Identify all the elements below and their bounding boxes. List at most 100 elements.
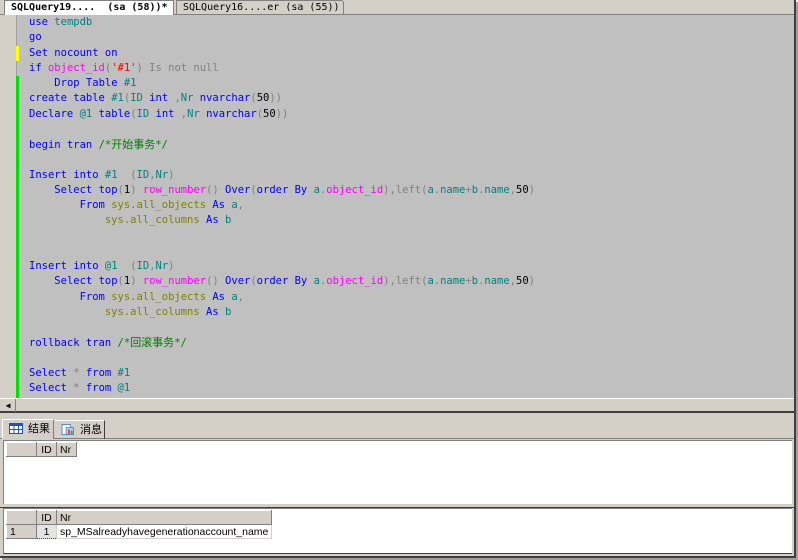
code-token: Declare: [29, 107, 74, 120]
code-line[interactable]: [29, 351, 535, 366]
code-line[interactable]: [29, 152, 535, 167]
code-token: rollback: [29, 337, 80, 350]
code-token: ID: [136, 168, 150, 181]
code-line[interactable]: Set nocount on: [29, 46, 535, 61]
code-token: nvarchar: [199, 92, 251, 105]
code-token: tran: [66, 139, 93, 151]
code-line[interactable]: begin tran /*开始事务*/: [29, 137, 535, 152]
code-token: table: [98, 107, 131, 120]
code-line[interactable]: rollback tran /*回滚事务*/: [29, 335, 535, 350]
code-line[interactable]: Select * from @1: [29, 381, 535, 396]
code-token: Nr: [155, 168, 169, 181]
column-header-nr[interactable]: Nr: [56, 442, 77, 457]
code-token: By: [294, 183, 308, 196]
code-token: Select: [29, 366, 67, 379]
code-line[interactable]: go: [29, 30, 535, 45]
code-token: Nr: [155, 260, 169, 272]
code-token: @1: [117, 382, 131, 394]
code-token: #1: [117, 366, 131, 379]
code-token: '#1': [111, 61, 137, 74]
code-token: /*: [117, 337, 131, 350]
code-line[interactable]: Drop Table #1: [29, 76, 535, 91]
code-token: ,: [237, 290, 244, 303]
code-line[interactable]: Insert into #1 (ID,Nr): [29, 168, 535, 183]
code-token: int: [149, 92, 169, 105]
code-token: on: [104, 46, 118, 59]
code-line[interactable]: sys.all_columns As b: [29, 213, 535, 228]
scrollbar-track[interactable]: [15, 399, 794, 412]
unsaved-change-marker: [16, 46, 19, 61]
code-token: ): [168, 260, 175, 272]
code-token: As: [212, 199, 226, 211]
code-line[interactable]: From sys.all_objects As a,: [29, 290, 535, 305]
column-header-nr[interactable]: Nr: [55, 510, 273, 525]
code-line[interactable]: Insert into @1 (ID,Nr): [29, 259, 535, 274]
code-line[interactable]: [29, 122, 535, 137]
code-line[interactable]: [29, 244, 535, 259]
code-token: 50: [516, 275, 529, 288]
code-line[interactable]: Declare @1 table(ID int ,Nr nvarchar(50)…: [29, 107, 535, 122]
code-token: #1: [123, 77, 137, 89]
code-token: from: [85, 366, 112, 379]
code-line[interactable]: Select top(1) row_number() Over(order By…: [29, 183, 535, 198]
query-editor[interactable]: use tempdb go Set nocount on if object_id('…: [0, 15, 794, 398]
code-token: nvarchar: [206, 107, 257, 120]
code-line[interactable]: Select top(1) row_number() Over(order By…: [29, 274, 535, 289]
code-token: */: [174, 337, 187, 350]
messages-icon: [61, 424, 74, 435]
tab-messages[interactable]: 消息: [55, 420, 105, 439]
saved-change-marker: [16, 76, 19, 398]
cell-id[interactable]: 1: [36, 524, 57, 539]
code-line[interactable]: [29, 229, 535, 244]
code-token: Insert: [29, 260, 67, 272]
code-line[interactable]: sys.all_columns As b: [29, 305, 535, 320]
tab-results-label: 结果: [28, 422, 50, 435]
tab-sqlquery19[interactable]: SQLQuery19.... (sa (58))*: [4, 0, 174, 15]
scroll-left-arrow-icon[interactable]: ◀: [2, 400, 14, 411]
code-token: Select: [54, 183, 93, 196]
code-token: Insert: [29, 168, 67, 181]
horizontal-scrollbar[interactable]: ◀: [0, 398, 794, 413]
table-row[interactable]: 1 1 sp_MSalreadyhavegenerationaccount_na…: [6, 524, 273, 539]
code-line[interactable]: [29, 320, 535, 335]
code-token: name: [440, 183, 466, 196]
column-header-id[interactable]: ID: [36, 442, 57, 457]
tab-results[interactable]: 结果: [2, 419, 54, 439]
code-token: from: [85, 382, 112, 394]
results-grid-2[interactable]: ID Nr 1 1 sp_MSalreadyhavegenerationacco…: [3, 508, 792, 554]
code-line[interactable]: create table #1(ID int ,Nr nvarchar(50)): [29, 91, 535, 106]
code-text[interactable]: use tempdb go Set nocount on if object_id('…: [29, 15, 535, 396]
tab-sqlquery16[interactable]: SQLQuery16....er (sa (55)): [176, 0, 344, 14]
code-token: int: [155, 107, 175, 120]
code-token: begin: [29, 139, 61, 151]
results-grid-1[interactable]: ID Nr: [3, 440, 792, 504]
row-number[interactable]: 1: [6, 524, 37, 539]
code-token: sys.all_columns: [104, 305, 200, 318]
code-token: Is not null: [142, 61, 219, 74]
tab-messages-label: 消息: [80, 423, 102, 436]
sql-editor-window: SQLQuery19.... (sa (58))* SQLQuery16....…: [0, 0, 796, 558]
code-token: Over: [225, 183, 251, 196]
code-token: tempdb: [54, 16, 93, 28]
code-line[interactable]: Select * from #1: [29, 366, 535, 381]
code-token: left: [395, 183, 422, 196]
code-token: @1: [104, 260, 118, 272]
row-selector-header[interactable]: [6, 510, 37, 525]
code-line[interactable]: if object_id('#1') Is not null: [29, 61, 535, 76]
code-token: ): [528, 275, 535, 288]
code-token: ),: [383, 183, 396, 196]
cell-nr[interactable]: sp_MSalreadyhavegenerationaccount_name: [55, 524, 273, 539]
row-selector-header[interactable]: [6, 442, 37, 457]
code-line[interactable]: From sys.all_objects As a,: [29, 198, 535, 213]
code-token: )): [275, 107, 289, 120]
code-token: As: [206, 214, 219, 227]
code-token: nocount: [54, 46, 99, 59]
column-header-id[interactable]: ID: [36, 510, 57, 525]
code-token: 50: [263, 107, 276, 120]
code-token: if: [29, 61, 42, 74]
code-line[interactable]: use tempdb: [29, 15, 535, 30]
